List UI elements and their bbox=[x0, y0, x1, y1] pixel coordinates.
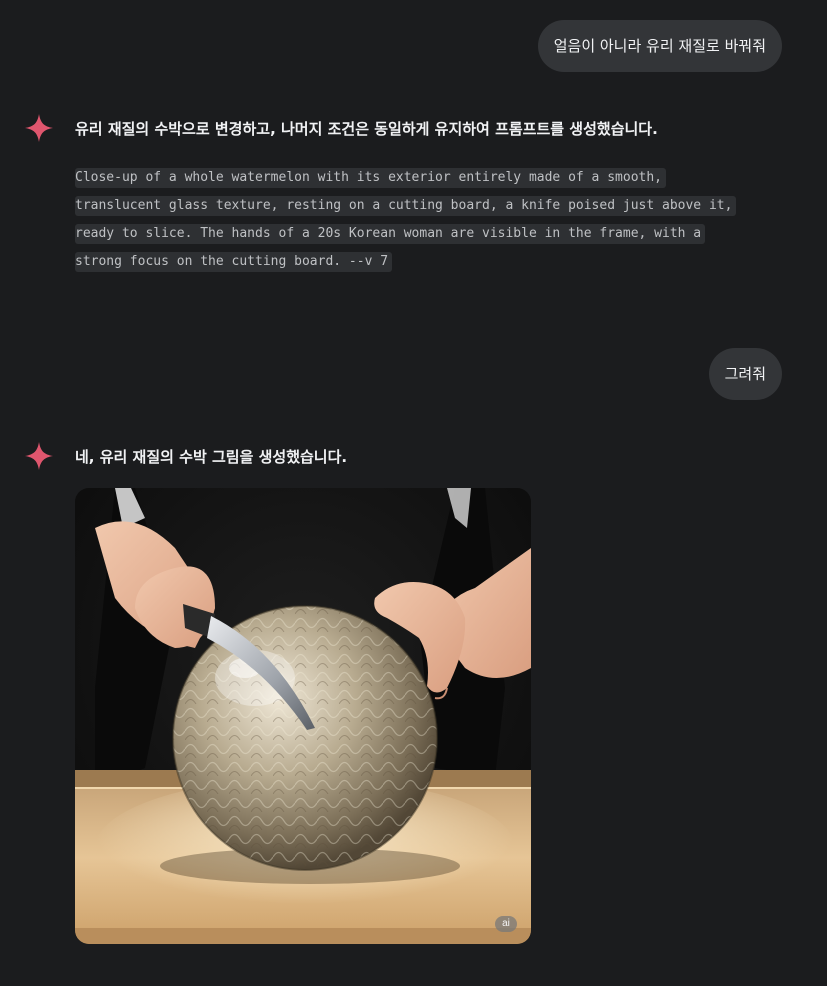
code-line: strong focus on the cutting board. --v 7 bbox=[75, 252, 393, 272]
glass-watermelon-illustration bbox=[75, 488, 531, 944]
code-line: Close-up of a whole watermelon with its … bbox=[75, 168, 666, 188]
assistant-response-text: 유리 재질의 수박으로 변경하고, 나머지 조건은 동일하게 유지하여 프롬프트… bbox=[75, 120, 658, 138]
ai-generated-badge: ai bbox=[495, 916, 517, 932]
code-line: translucent glass texture, resting on a … bbox=[75, 196, 737, 216]
generated-image[interactable]: ai bbox=[75, 488, 531, 944]
sparkle-icon bbox=[24, 441, 54, 471]
user-message-bubble: 그려줘 bbox=[708, 348, 782, 400]
assistant-response-text: 네, 유리 재질의 수박 그림을 생성했습니다. bbox=[75, 448, 348, 466]
user-message-bubble: 얼음이 아니라 유리 재질로 바꿔줘 bbox=[537, 20, 782, 72]
code-line: ready to slice. The hands of a 20s Korea… bbox=[75, 224, 706, 244]
sparkle-icon bbox=[24, 113, 54, 143]
prompt-code-block: Close-up of a whole watermelon with its … bbox=[75, 164, 795, 276]
